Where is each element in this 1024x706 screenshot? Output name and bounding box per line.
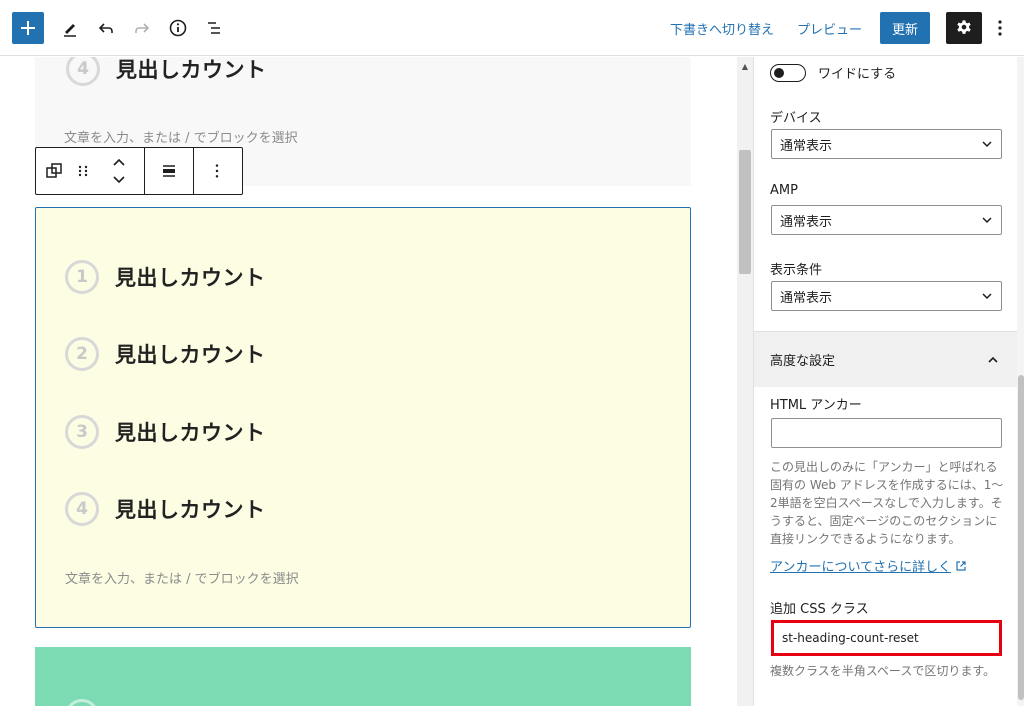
wide-toggle-row: ワイドにする <box>770 63 896 82</box>
condition-select-value: 通常表示 <box>780 290 833 306</box>
canvas-scrollbar[interactable]: ▲ <box>737 57 753 706</box>
external-link-icon <box>956 560 966 571</box>
block-toolbar-group-align <box>145 148 194 194</box>
block-toolbar-group-parent <box>36 148 145 194</box>
anchor-help-text: この見出しのみに「アンカー」と呼ばれる固有の Web アドレスを作成するには、1… <box>770 460 1004 546</box>
heading-text[interactable]: 見出しカウント <box>115 262 266 292</box>
preview-link[interactable]: プレビュー <box>797 12 862 44</box>
anchor-learn-more-text: アンカーについてさらに詳しく <box>770 560 952 575</box>
switch-to-draft-link[interactable]: 下書きへ切り替え <box>670 12 774 44</box>
wide-toggle[interactable] <box>770 63 806 82</box>
heading-text[interactable]: 見出しカウント <box>115 494 266 524</box>
list-view-button[interactable] <box>198 12 230 44</box>
css-class-label: 追加 CSS クラス <box>770 602 869 617</box>
amp-select[interactable]: 通常表示 <box>771 205 1002 235</box>
scroll-up-arrow-icon[interactable]: ▲ <box>737 59 753 73</box>
select-parent-button[interactable] <box>36 148 72 194</box>
device-select[interactable]: 通常表示 <box>771 129 1002 159</box>
block-toolbar-group-more <box>194 148 240 194</box>
device-select-value: 通常表示 <box>780 138 833 154</box>
paragraph-placeholder[interactable]: 文章を入力、または / でブロックを選択 <box>64 127 298 146</box>
update-button[interactable]: 更新 <box>880 12 930 44</box>
heading-text[interactable]: 見出しカウント <box>116 57 267 84</box>
chevron-down-icon <box>982 141 992 148</box>
condition-select[interactable]: 通常表示 <box>771 281 1002 311</box>
align-button[interactable] <box>145 148 193 194</box>
align-wide-icon <box>163 165 175 177</box>
chevron-up-down-icon <box>113 158 125 184</box>
gear-icon <box>957 20 971 34</box>
options-menu-button[interactable] <box>988 12 1012 44</box>
add-block-button[interactable] <box>12 12 44 44</box>
sidebar-scrollbar-thumb[interactable] <box>1018 375 1024 700</box>
move-up-down-button[interactable] <box>94 148 144 194</box>
list-view-icon <box>208 22 220 34</box>
anchor-label: HTML アンカー <box>770 398 862 413</box>
group-block-icon <box>46 163 62 178</box>
wide-toggle-label: ワイドにする <box>818 67 897 82</box>
amp-label: AMP <box>770 183 798 198</box>
paragraph-placeholder[interactable]: 文章を入力、または / でブロックを選択 <box>65 568 299 587</box>
toggle-knob <box>774 67 784 78</box>
advanced-panel-toggle[interactable]: 高度な設定 <box>754 332 1017 387</box>
heading-block-3[interactable]: 3 見出しカウント <box>65 415 266 449</box>
heading-block-1[interactable]: 1 見出しカウント <box>65 260 266 294</box>
amp-select-value: 通常表示 <box>780 214 833 230</box>
chevron-down-icon <box>982 217 992 224</box>
editor-header: 下書きへ切り替え プレビュー 更新 <box>0 0 1024 56</box>
canvas-scrollbar-thumb[interactable] <box>739 150 751 274</box>
heading-text[interactable]: 見出しカウント <box>115 339 266 369</box>
plus-icon <box>21 21 35 35</box>
more-vertical-icon <box>998 20 1002 36</box>
group-block-next[interactable] <box>35 647 691 706</box>
group-block-selected[interactable]: 1 見出しカウント 2 見出しカウント 3 見出しカウント 4 見出しカウント … <box>35 207 691 628</box>
sidebar-scrollbar[interactable] <box>1017 57 1024 706</box>
heading-count-badge <box>65 699 99 706</box>
edit-tool-button[interactable] <box>54 12 86 44</box>
drag-handle-icon <box>78 165 88 177</box>
info-icon <box>169 19 187 37</box>
heading-count-badge: 4 <box>65 492 99 526</box>
redo-icon <box>135 23 150 33</box>
settings-sidebar: ワイドにする デバイス 通常表示 AMP 通常表示 表示条件 通常表示 高度な設… <box>753 57 1024 706</box>
more-vertical-icon <box>215 164 219 178</box>
chevron-down-icon <box>982 293 992 300</box>
css-class-input[interactable]: st-heading-count-reset <box>771 620 1002 656</box>
condition-label: 表示条件 <box>770 263 823 278</box>
device-label: デバイス <box>770 111 822 126</box>
heading-count-badge: 4 <box>66 57 100 86</box>
heading-block[interactable]: 4 見出しカウント <box>66 57 267 86</box>
heading-count-badge: 1 <box>65 260 99 294</box>
advanced-panel-title: 高度な設定 <box>770 354 836 369</box>
undo-icon <box>98 23 113 33</box>
css-class-help-text: 複数クラスを半角スペースで区切ります。 <box>770 664 996 678</box>
editor-canvas: 4 見出しカウント 文章を入力、または / でブロックを選択 1 見出しカウント… <box>0 57 737 706</box>
undo-button[interactable] <box>90 12 122 44</box>
redo-button[interactable] <box>126 12 158 44</box>
pencil-icon <box>64 24 76 37</box>
heading-count-badge: 3 <box>65 415 99 449</box>
anchor-learn-more-link[interactable]: アンカーについてさらに詳しく <box>770 556 967 575</box>
heading-block-2[interactable]: 2 見出しカウント <box>65 337 266 371</box>
settings-button[interactable] <box>946 12 982 44</box>
chevron-up-icon <box>988 356 998 363</box>
details-button[interactable] <box>162 12 194 44</box>
anchor-input[interactable] <box>771 418 1002 448</box>
drag-handle[interactable] <box>72 148 94 194</box>
block-options-button[interactable] <box>194 148 240 194</box>
block-toolbar <box>35 147 243 195</box>
heading-block-4[interactable]: 4 見出しカウント <box>65 492 266 526</box>
heading-count-badge: 2 <box>65 337 99 371</box>
heading-text[interactable]: 見出しカウント <box>115 417 266 447</box>
